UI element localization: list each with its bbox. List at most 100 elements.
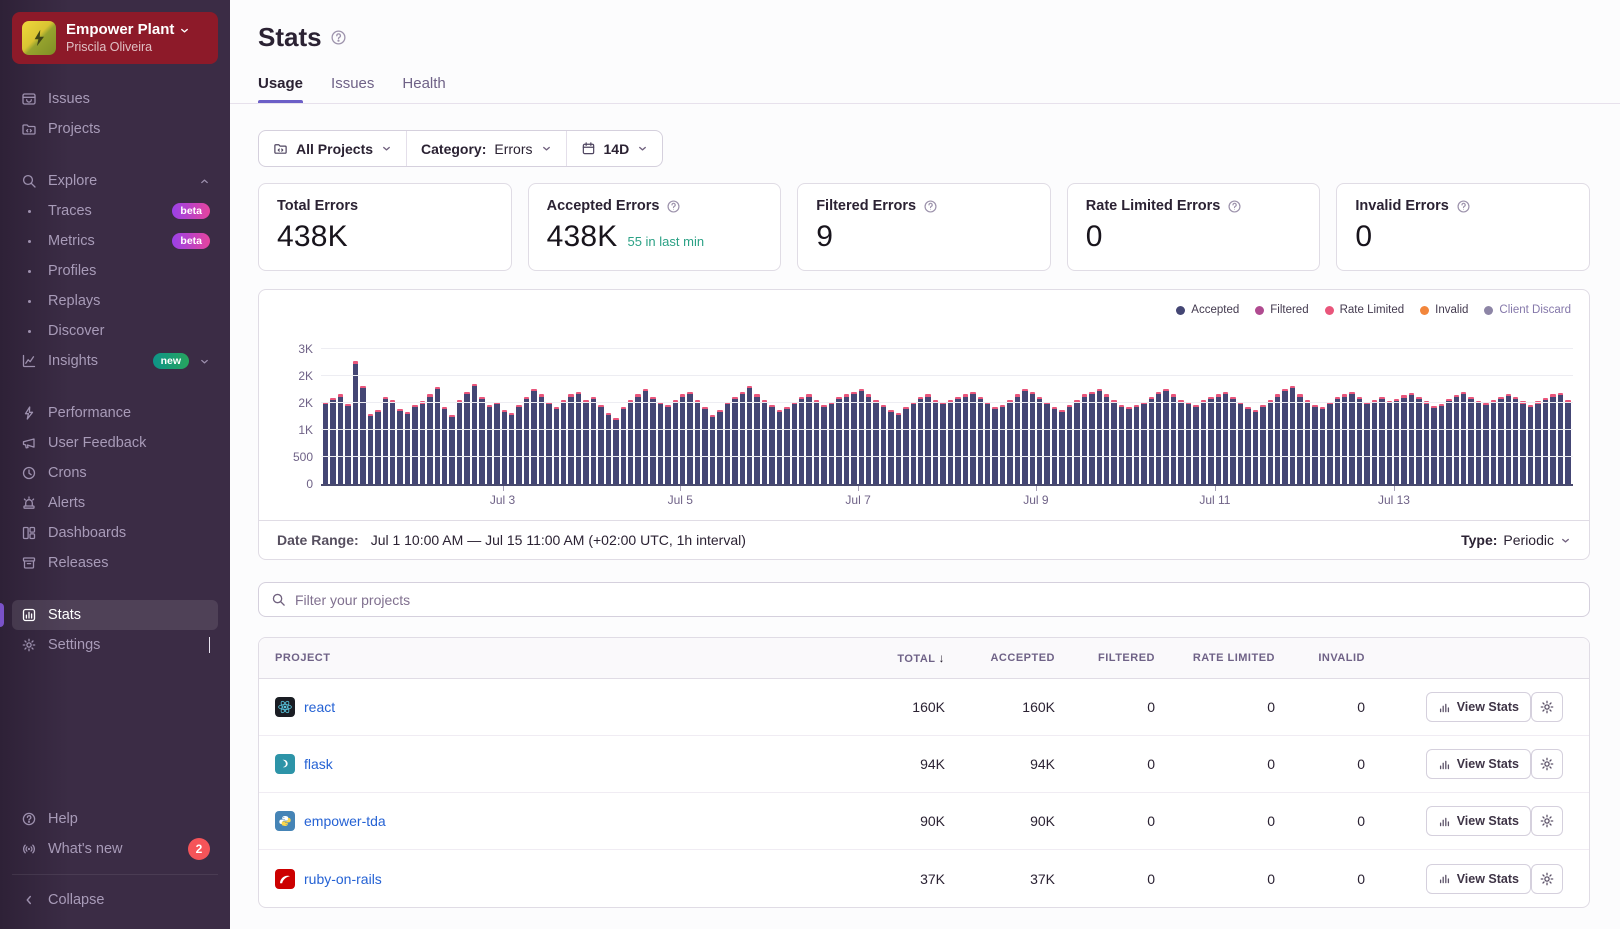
sidebar-collapse-button[interactable]: Collapse xyxy=(12,885,218,915)
sidebar-item-metrics[interactable]: Metrics beta xyxy=(12,226,218,256)
chart-bar xyxy=(754,394,760,484)
invalid-value: 0 xyxy=(1357,813,1365,829)
help-label: Help xyxy=(48,811,78,827)
chart-bar xyxy=(464,392,470,484)
chart-bar xyxy=(746,386,753,484)
stat-card-invalid-errors: Invalid Errors 0 xyxy=(1336,183,1590,271)
project-link[interactable]: empower-tda xyxy=(304,813,386,829)
gear-icon xyxy=(1539,756,1555,772)
project-settings-button[interactable] xyxy=(1531,806,1563,836)
sidebar-item-crons[interactable]: Crons xyxy=(12,458,218,488)
help-circle-icon[interactable] xyxy=(1227,199,1242,214)
column-header-invalid[interactable]: INVALID xyxy=(1291,652,1381,664)
help-circle-icon[interactable] xyxy=(666,199,681,214)
sidebar-item-performance[interactable]: Performance xyxy=(12,398,218,428)
sidebar-item-releases[interactable]: Releases xyxy=(12,548,218,578)
chart-bar xyxy=(598,404,604,484)
org-switcher[interactable]: Empower Plant Priscila Oliveira xyxy=(12,12,218,65)
sidebar-item-alerts[interactable]: Alerts xyxy=(12,488,218,518)
column-header-rate-limited[interactable]: RATE LIMITED xyxy=(1171,652,1291,664)
legend-item-client-discard[interactable]: Client Discard xyxy=(1484,304,1571,316)
chart-bar xyxy=(1379,397,1385,484)
chevron-down-icon xyxy=(199,356,210,367)
chart-bar xyxy=(932,399,939,484)
project-link[interactable]: react xyxy=(304,699,335,715)
column-header-project[interactable]: PROJECT xyxy=(259,652,861,664)
view-stats-button[interactable]: View Stats xyxy=(1425,749,1531,779)
legend-item-filtered[interactable]: Filtered xyxy=(1255,304,1309,316)
chart-bar xyxy=(1475,400,1482,484)
sidebar-item-label: Insights xyxy=(48,353,98,370)
chart-bar xyxy=(1423,401,1430,484)
tab-issues[interactable]: Issues xyxy=(331,75,374,103)
chart-bar xyxy=(1483,403,1489,484)
page-help-icon[interactable] xyxy=(330,29,347,46)
chart-bar xyxy=(895,412,902,484)
category-filter-dropdown[interactable]: Category: Errors xyxy=(406,131,565,166)
sidebar-item-discover[interactable]: Discover xyxy=(12,316,218,346)
sidebar-item-settings[interactable]: Settings xyxy=(12,630,218,660)
legend-label: Invalid xyxy=(1435,304,1469,316)
chart-bar xyxy=(590,397,597,484)
column-header-total[interactable]: TOTAL ↓ xyxy=(861,651,961,665)
column-header-filtered[interactable]: FILTERED xyxy=(1071,652,1171,664)
chart-bar xyxy=(947,399,954,484)
column-header-accepted[interactable]: ACCEPTED xyxy=(961,652,1071,664)
project-link[interactable]: flask xyxy=(304,756,333,772)
stat-card-accepted-errors: Accepted Errors 438K 55 in last min xyxy=(527,183,782,271)
chart-bar xyxy=(665,404,671,484)
dashboards-icon xyxy=(20,525,38,541)
view-stats-button[interactable]: View Stats xyxy=(1425,692,1531,722)
chart-bar xyxy=(330,397,336,484)
sidebar-item-issues[interactable]: Issues xyxy=(12,84,218,114)
bullet-icon xyxy=(20,239,38,243)
project-filter-dropdown[interactable]: All Projects xyxy=(259,131,406,166)
project-settings-button[interactable] xyxy=(1531,749,1563,779)
view-stats-button[interactable]: View Stats xyxy=(1425,863,1531,894)
legend-item-rate-limited[interactable]: Rate Limited xyxy=(1324,304,1404,316)
search-input[interactable] xyxy=(295,591,1577,608)
project-settings-button[interactable] xyxy=(1531,863,1563,894)
chart-bar xyxy=(1118,404,1125,484)
sidebar-item-label: Dashboards xyxy=(48,525,127,542)
chart-bar xyxy=(1356,397,1363,484)
sidebar-item-replays[interactable]: Replays xyxy=(12,286,218,316)
sidebar-item-whats-new[interactable]: What's new 2 xyxy=(12,834,218,864)
chart-bar xyxy=(627,399,634,484)
sidebar-item-insights[interactable]: Insights new xyxy=(12,346,218,376)
tab-health[interactable]: Health xyxy=(402,75,445,103)
date-range-dropdown[interactable]: 14D xyxy=(565,131,663,166)
sidebar-item-explore[interactable]: Explore xyxy=(12,166,218,196)
chart-bar xyxy=(836,397,842,484)
chart-bar xyxy=(799,397,805,484)
legend-item-invalid[interactable]: Invalid xyxy=(1420,304,1468,316)
view-stats-button[interactable]: View Stats xyxy=(1425,806,1531,836)
chart-bar xyxy=(1371,399,1378,484)
stat-card-title: Total Errors xyxy=(277,198,359,214)
sidebar-item-projects[interactable]: Projects xyxy=(12,114,218,144)
rate-limited-value: 0 xyxy=(1267,756,1275,772)
sidebar-item-profiles[interactable]: Profiles xyxy=(12,256,218,286)
sidebar-item-help[interactable]: Help xyxy=(12,804,218,834)
sidebar-item-dashboards[interactable]: Dashboards xyxy=(12,518,218,548)
x-axis-tick xyxy=(1393,486,1395,491)
sidebar-item-user-feedback[interactable]: User Feedback xyxy=(12,428,218,458)
text-cursor xyxy=(208,637,210,654)
legend-label: Filtered xyxy=(1270,304,1309,316)
search-icon xyxy=(271,592,286,607)
legend-item-accepted[interactable]: Accepted xyxy=(1176,304,1239,316)
chart-bar xyxy=(888,410,894,484)
chart-bar xyxy=(1416,397,1422,484)
chart-bar xyxy=(1141,401,1147,484)
project-link[interactable]: ruby-on-rails xyxy=(304,871,382,887)
help-circle-icon[interactable] xyxy=(1456,199,1471,214)
sidebar-item-stats[interactable]: Stats xyxy=(0,600,218,631)
type-dropdown[interactable]: Type: Periodic xyxy=(1461,532,1571,548)
project-settings-button[interactable] xyxy=(1531,692,1563,722)
tab-usage[interactable]: Usage xyxy=(258,75,304,103)
sidebar-item-traces[interactable]: Traces beta xyxy=(12,196,218,226)
chart-bar xyxy=(828,401,835,484)
chart-bar xyxy=(1014,394,1021,484)
rails-platform-icon xyxy=(275,868,295,889)
help-circle-icon[interactable] xyxy=(923,199,938,214)
